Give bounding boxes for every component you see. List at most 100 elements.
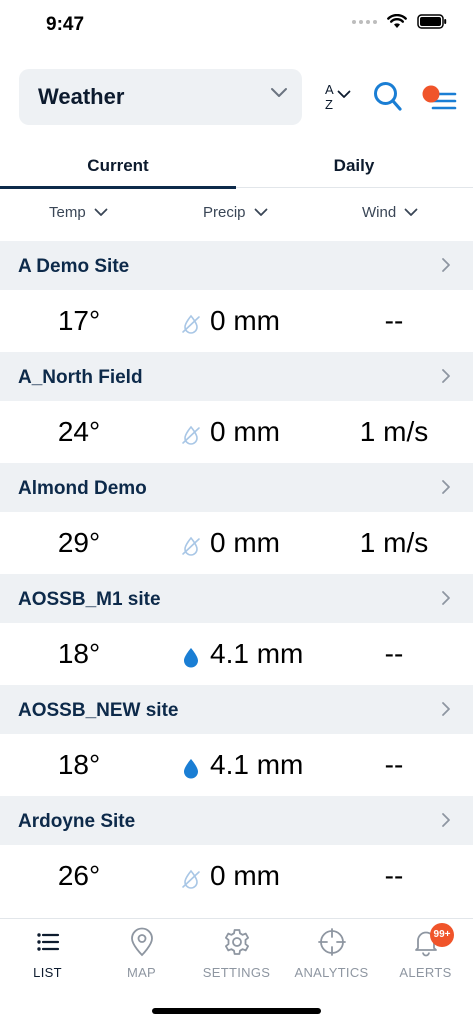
site-item: AOSSB_NEW site 18° 4.1 mm --: [0, 685, 473, 796]
map-pin-icon: [130, 927, 153, 957]
temp-column-sort[interactable]: Temp: [49, 204, 108, 221]
wifi-icon: [387, 14, 407, 28]
chevron-right-icon: [442, 258, 450, 272]
site-header-row[interactable]: AOSSB_M1 site: [0, 574, 473, 623]
temp-column-label: Temp: [49, 204, 86, 221]
chevron-right-icon: [442, 480, 450, 494]
site-item: AOSSB_M1 site 18° 4.1 mm --: [0, 574, 473, 685]
menu-icon: [422, 85, 457, 110]
no-precipitation-icon: [180, 421, 202, 445]
site-header-row[interactable]: AOSSB_NEW site: [0, 685, 473, 734]
layer-picker[interactable]: Weather: [19, 69, 302, 125]
temperature-value: 17°: [57, 305, 101, 336]
site-list: A Demo Site 17° 0 mm -- A_North Field 24…: [0, 241, 473, 907]
nav-settings[interactable]: SETTINGS: [189, 927, 284, 987]
temperature-value: 18°: [57, 749, 101, 780]
wind-column-sort[interactable]: Wind: [362, 204, 418, 221]
site-weather-row[interactable]: 18° 4.1 mm --: [0, 734, 473, 796]
nav-list-label: LIST: [33, 965, 62, 980]
site-weather-row[interactable]: 24° 0 mm 1 m/s: [0, 401, 473, 463]
precipitation: 0 mm: [180, 527, 280, 559]
precipitation: 0 mm: [180, 860, 280, 892]
chevron-right-icon: [442, 702, 450, 716]
status-time: 9:47: [46, 14, 85, 35]
nav-list[interactable]: LIST: [0, 927, 95, 987]
temperature-value: 18°: [57, 638, 101, 669]
tab-bar: Current Daily: [0, 146, 473, 189]
precipitation-value: 0 mm: [210, 860, 280, 891]
temperature-value: 29°: [57, 527, 101, 558]
precipitation-value: 0 mm: [210, 305, 280, 336]
precipitation-value: 4.1 mm: [210, 749, 304, 780]
status-icons: [352, 14, 447, 29]
precipitation: 0 mm: [180, 416, 280, 448]
chevron-down-icon: [404, 208, 418, 216]
site-weather-row[interactable]: 26° 0 mm --: [0, 845, 473, 907]
chevron-down-icon: [94, 208, 108, 216]
site-name: AOSSB_NEW site: [18, 700, 179, 721]
home-indicator: [152, 1008, 321, 1014]
alerts-badge: 99+: [430, 923, 454, 947]
precipitation: 4.1 mm: [180, 638, 303, 670]
tab-daily[interactable]: Daily: [236, 146, 472, 188]
nav-alerts-label: ALERTS: [399, 965, 452, 980]
wind-value: 1 m/s: [359, 416, 429, 447]
sort-az-icon: AZ: [325, 82, 334, 112]
search-icon: [374, 82, 402, 111]
crosshair-icon: [317, 928, 346, 956]
site-header-row[interactable]: Almond Demo: [0, 463, 473, 512]
temperature-value: 26°: [57, 860, 101, 891]
nav-settings-label: SETTINGS: [202, 965, 271, 980]
chevron-right-icon: [442, 591, 450, 605]
site-name: Ardoyne Site: [18, 811, 136, 832]
menu-button[interactable]: [421, 81, 457, 115]
list-icon: [36, 933, 59, 951]
search-button[interactable]: [373, 81, 403, 113]
site-weather-row[interactable]: 17° 0 mm --: [0, 290, 473, 352]
chevron-down-icon: [271, 88, 287, 97]
chevron-right-icon: [442, 813, 450, 827]
wind-value: --: [384, 749, 404, 780]
site-item: Almond Demo 29° 0 mm 1 m/s: [0, 463, 473, 574]
site-name: AOSSB_M1 site: [18, 589, 161, 610]
sort-az-button[interactable]: AZ: [323, 82, 357, 116]
site-header-row[interactable]: A_North Field: [0, 352, 473, 401]
site-name: A Demo Site: [18, 256, 130, 277]
site-item: Ardoyne Site 26° 0 mm --: [0, 796, 473, 907]
tab-current[interactable]: Current: [0, 146, 236, 189]
header: Weather AZ: [19, 69, 459, 125]
precipitation-value: 0 mm: [210, 527, 280, 558]
precipitation: 4.1 mm: [180, 749, 303, 781]
chevron-down-icon: [337, 90, 351, 98]
nav-map-label: MAP: [126, 965, 157, 980]
site-item: A_North Field 24° 0 mm 1 m/s: [0, 352, 473, 463]
precip-column-sort[interactable]: Precip: [203, 204, 268, 221]
raindrop-icon: [180, 643, 202, 668]
chevron-down-icon: [254, 208, 267, 216]
nav-alerts[interactable]: 99+ ALERTS: [378, 923, 473, 987]
site-weather-row[interactable]: 18° 4.1 mm --: [0, 623, 473, 685]
precip-column-label: Precip: [203, 204, 246, 221]
no-precipitation-icon: [180, 865, 202, 889]
precipitation: 0 mm: [180, 305, 280, 337]
wind-value: --: [384, 860, 404, 891]
signal-dots-icon: [352, 19, 377, 24]
site-header-row[interactable]: Ardoyne Site: [0, 796, 473, 845]
raindrop-icon: [180, 754, 202, 779]
no-precipitation-icon: [180, 310, 202, 334]
site-weather-row[interactable]: 29° 0 mm 1 m/s: [0, 512, 473, 574]
precipitation-value: 4.1 mm: [210, 638, 304, 669]
wind-value: --: [384, 305, 404, 336]
site-name: A_North Field: [18, 367, 143, 388]
site-header-row[interactable]: A Demo Site: [0, 241, 473, 290]
chevron-right-icon: [442, 369, 450, 383]
column-headers: Temp Precip Wind: [0, 196, 473, 232]
nav-map[interactable]: MAP: [94, 927, 189, 987]
no-precipitation-icon: [180, 532, 202, 556]
nav-analytics[interactable]: ANALYTICS: [284, 927, 379, 987]
gear-icon: [224, 929, 249, 955]
battery-icon: [417, 14, 447, 29]
wind-value: 1 m/s: [359, 527, 429, 558]
wind-column-label: Wind: [362, 204, 397, 221]
precipitation-value: 0 mm: [210, 416, 280, 447]
